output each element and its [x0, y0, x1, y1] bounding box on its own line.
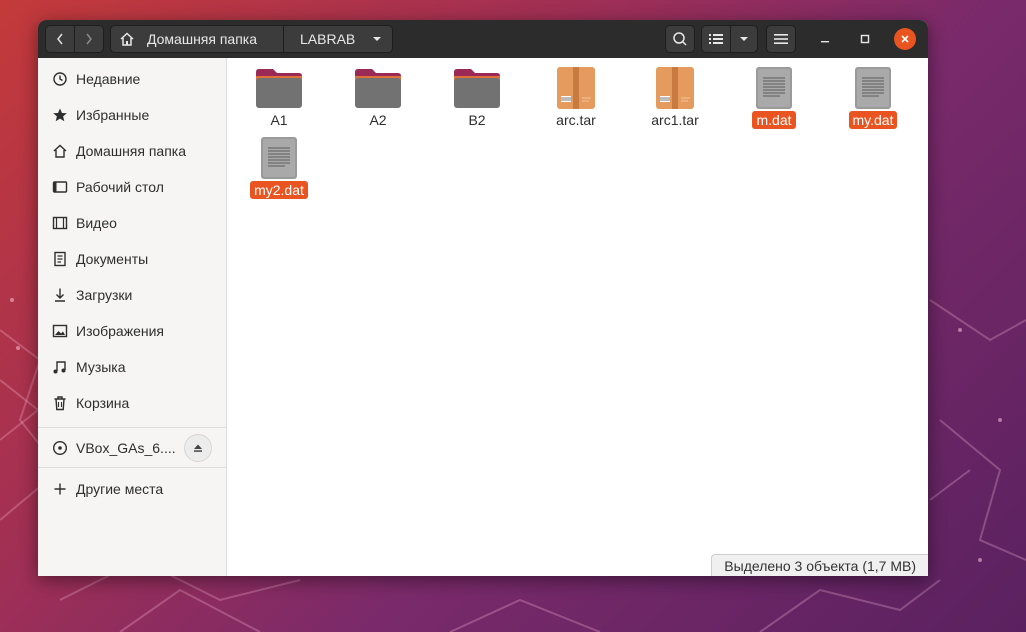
sidebar-item-label: Корзина	[76, 395, 130, 411]
sidebar-item-label: Недавние	[76, 71, 141, 87]
file-item[interactable]: m.dat	[724, 60, 824, 130]
video-icon	[50, 213, 70, 233]
chevron-right-icon	[86, 33, 92, 45]
close-button[interactable]	[894, 28, 916, 50]
hamburger-icon	[774, 34, 788, 44]
desktop-icon	[50, 177, 70, 197]
sidebar-item-desktop[interactable]: Рабочий стол	[38, 170, 226, 204]
folder-icon	[454, 69, 500, 108]
sidebar-separator	[38, 427, 226, 428]
headerbar: Домашняя папка LABRAB	[38, 20, 928, 59]
sidebar-item-downloads[interactable]: Загрузки	[38, 278, 226, 312]
caret-down-icon	[373, 37, 381, 41]
forward-button[interactable]	[74, 25, 104, 53]
minimize-icon	[821, 41, 829, 43]
breadcrumb-folder-label: LABRAB	[300, 31, 356, 47]
text-file-icon	[855, 67, 891, 109]
file-name: my2.dat	[250, 181, 308, 199]
folder-icon	[256, 69, 302, 108]
archive-icon	[557, 67, 595, 109]
home-icon	[50, 141, 70, 161]
sidebar-item-music[interactable]: Музыка	[38, 350, 226, 384]
file-name: my.dat	[848, 111, 898, 129]
archive-icon	[656, 67, 694, 109]
file-item[interactable]: A2	[328, 60, 428, 130]
text-file-icon	[756, 67, 792, 109]
maximize-icon	[860, 34, 870, 44]
document-icon	[50, 249, 70, 269]
sidebar-item-device[interactable]: VBox_GAs_6....	[38, 431, 226, 465]
view-options-button[interactable]	[730, 25, 758, 53]
sidebar-item-label: Музыка	[76, 359, 126, 375]
trash-icon	[50, 393, 70, 413]
sidebar-item-label: Избранные	[76, 107, 150, 123]
sidebar-item-trash[interactable]: Корзина	[38, 386, 226, 420]
file-name: arc1.tar	[651, 112, 699, 128]
sidebar-item-other-places[interactable]: Другие места	[38, 472, 226, 506]
file-manager-window: Домашняя папка LABRAB Недавние Избранные…	[38, 20, 928, 576]
view-list-button[interactable]	[701, 25, 731, 53]
sidebar-item-label: Домашняя папка	[76, 143, 187, 159]
clock-icon	[50, 69, 70, 89]
eject-icon	[194, 444, 202, 452]
sidebar-item-home[interactable]: Домашняя папка	[38, 134, 226, 168]
sidebar-item-label: Документы	[76, 251, 149, 267]
sidebar-item-recent[interactable]: Недавние	[38, 62, 226, 96]
sidebar-item-pictures[interactable]: Изображения	[38, 314, 226, 348]
sidebar-item-label: Рабочий стол	[76, 179, 164, 195]
disc-icon	[50, 438, 70, 458]
folder-icon	[355, 69, 401, 108]
sidebar-separator	[38, 467, 226, 468]
breadcrumb-home[interactable]: Домашняя папка	[110, 25, 284, 53]
file-view: A1 A2 B2 arc.tar arc1.tar m.dat my.dat m…	[227, 58, 928, 576]
sidebar: Недавние Избранные Домашняя папка Рабочи…	[38, 58, 227, 576]
status-bar: Выделено 3 объекта (1,7 MB)	[711, 554, 928, 576]
list-view-icon	[709, 34, 723, 44]
file-item[interactable]: B2	[427, 60, 527, 130]
chevron-left-icon	[57, 33, 63, 45]
sidebar-item-videos[interactable]: Видео	[38, 206, 226, 240]
minimize-button[interactable]	[814, 28, 836, 50]
file-item[interactable]: A1	[229, 60, 329, 130]
back-button[interactable]	[45, 25, 75, 53]
file-name: m.dat	[752, 111, 796, 129]
star-icon	[50, 105, 70, 125]
sidebar-item-label: Загрузки	[76, 287, 133, 303]
plus-icon	[50, 479, 70, 499]
sidebar-item-documents[interactable]: Документы	[38, 242, 226, 276]
sidebar-item-label: Другие места	[76, 481, 164, 497]
sidebar-item-label: Видео	[76, 215, 117, 231]
image-icon	[50, 321, 70, 341]
file-item[interactable]: my2.dat	[229, 130, 329, 200]
file-name: arc.tar	[556, 112, 596, 128]
home-icon	[120, 32, 134, 46]
file-item[interactable]: arc1.tar	[625, 60, 725, 130]
file-name: A2	[369, 112, 387, 128]
menu-button[interactable]	[766, 25, 796, 53]
status-text: Выделено 3 объекта (1,7 MB)	[724, 557, 916, 574]
search-icon	[673, 32, 687, 46]
eject-button[interactable]	[184, 434, 212, 462]
music-icon	[50, 357, 70, 377]
file-name: B2	[468, 112, 486, 128]
text-file-icon	[261, 137, 297, 179]
maximize-button[interactable]	[854, 28, 876, 50]
file-item[interactable]: arc.tar	[526, 60, 626, 130]
breadcrumb-current-folder[interactable]: LABRAB	[283, 25, 393, 53]
sidebar-item-starred[interactable]: Избранные	[38, 98, 226, 132]
sidebar-item-label: VBox_GAs_6....	[76, 440, 176, 456]
download-icon	[50, 285, 70, 305]
search-button[interactable]	[665, 25, 695, 53]
close-icon	[901, 35, 909, 43]
sidebar-item-label: Изображения	[76, 323, 164, 339]
file-name: A1	[270, 112, 288, 128]
file-item[interactable]: my.dat	[823, 60, 923, 130]
breadcrumb-home-label: Домашняя папка	[147, 31, 258, 47]
caret-down-icon	[740, 37, 748, 41]
